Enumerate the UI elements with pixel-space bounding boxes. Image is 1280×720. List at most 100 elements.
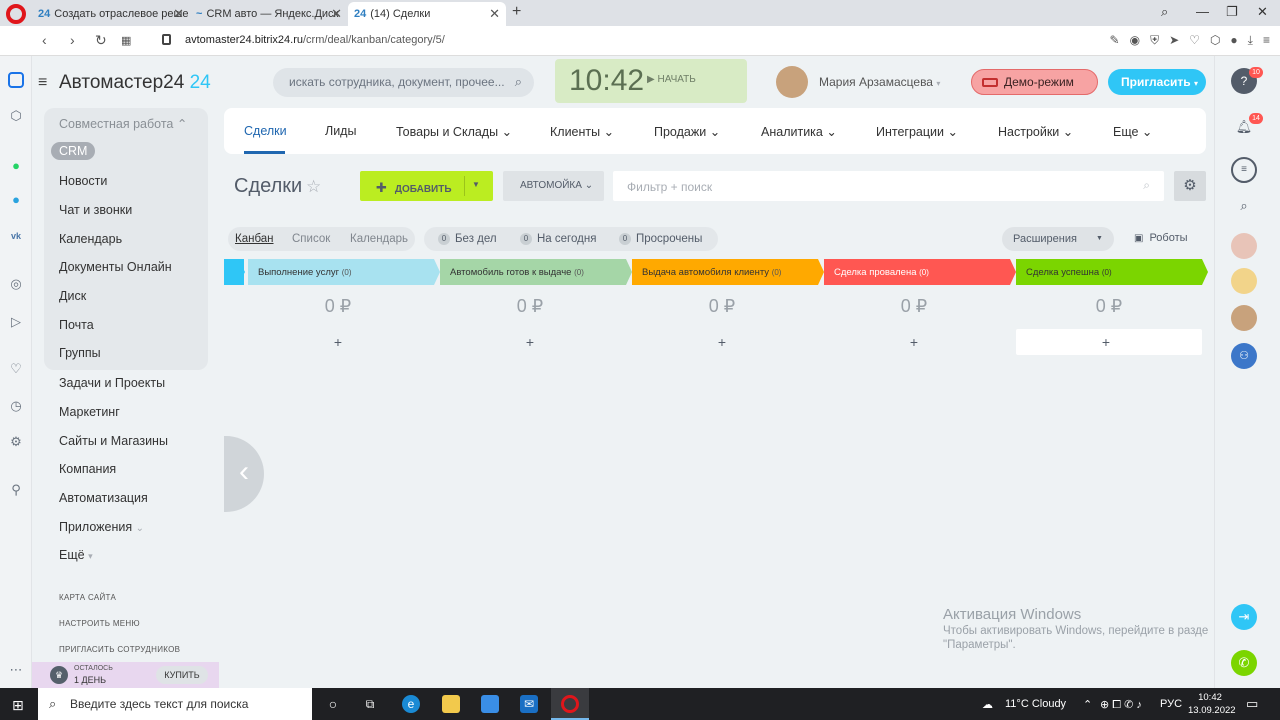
- menu-item-automation[interactable]: Автоматизация: [59, 491, 148, 505]
- search-icon[interactable]: ⌕: [1231, 193, 1257, 219]
- menu-item-documents[interactable]: Документы Онлайн: [59, 260, 172, 274]
- edge-icon[interactable]: e: [402, 695, 420, 713]
- contact-avatar-2[interactable]: [1231, 268, 1257, 294]
- store-icon[interactable]: [481, 695, 499, 713]
- menu-item-disk[interactable]: Диск: [59, 289, 86, 303]
- search-icon[interactable]: ⌕: [1143, 178, 1150, 193]
- chat-icon[interactable]: ≡: [1231, 157, 1257, 183]
- menu-item-chat[interactable]: Чат и звонки: [59, 203, 132, 217]
- tray-chevron-icon[interactable]: ⌃: [1083, 698, 1092, 711]
- close-icon[interactable]: ✕: [173, 6, 184, 22]
- browser-tab-2[interactable]: ~ CRM авто — Яндекс.Диск ✕: [190, 2, 348, 26]
- whatsapp-icon[interactable]: ●: [8, 158, 24, 174]
- view-list[interactable]: Список: [292, 233, 330, 245]
- add-deal-button[interactable]: ✚ ДОБАВИТЬ ▼: [360, 171, 493, 201]
- speed-dial-icon[interactable]: ▦: [121, 34, 131, 47]
- stage-header-4[interactable]: Сделка успешна (0): [1016, 259, 1202, 285]
- hamburger-icon[interactable]: ≡: [38, 74, 47, 92]
- quick-add-deal-button[interactable]: +: [438, 334, 622, 350]
- contact-avatar-1[interactable]: [1231, 233, 1257, 259]
- download-icon[interactable]: ⤓: [1248, 33, 1253, 48]
- explorer-icon[interactable]: [442, 695, 460, 713]
- settings-gear-button[interactable]: ⚙: [1174, 171, 1206, 201]
- minimize-icon[interactable]: —: [1196, 4, 1209, 19]
- portal-search-input[interactable]: искать сотрудника, документ, прочее... ⌕: [273, 68, 534, 97]
- heart-icon[interactable]: ♡: [1189, 33, 1200, 48]
- counter-today[interactable]: 0 На сегодня: [520, 233, 596, 245]
- weather-text[interactable]: 11°C Cloudy: [1005, 698, 1066, 710]
- invite-button[interactable]: Пригласить ▾: [1108, 69, 1206, 95]
- sitemap-link[interactable]: КАРТА САЙТА: [59, 593, 116, 602]
- back-icon[interactable]: ‹: [42, 32, 47, 48]
- heart-icon[interactable]: ♡: [8, 361, 24, 377]
- menu-item-company[interactable]: Компания: [59, 462, 116, 476]
- close-icon[interactable]: ✕: [331, 6, 342, 22]
- favorite-star-icon[interactable]: ☆: [306, 177, 321, 197]
- cortana-icon[interactable]: ○: [324, 695, 342, 713]
- counter-no-activity[interactable]: 0 Без дел: [438, 233, 497, 245]
- menu-group-title[interactable]: Совместная работа ⌃: [59, 116, 187, 131]
- menu-item-mail[interactable]: Почта: [59, 318, 94, 332]
- opera-logo-icon[interactable]: [6, 4, 26, 24]
- camera-icon[interactable]: ◉: [1130, 33, 1140, 48]
- add-dropdown-icon[interactable]: ▼: [472, 180, 480, 189]
- quick-add-deal-button[interactable]: +: [1014, 334, 1198, 350]
- buy-button[interactable]: КУПИТЬ: [156, 666, 208, 684]
- robots-button[interactable]: ▣ Роботы: [1134, 232, 1188, 244]
- stage-header-3[interactable]: Сделка провалена (0): [824, 259, 1010, 285]
- quick-add-deal-button[interactable]: +: [822, 334, 1006, 350]
- configure-menu-link[interactable]: НАСТРОИТЬ МЕНЮ: [59, 619, 140, 628]
- group-chat-icon[interactable]: ⚇: [1231, 343, 1257, 369]
- taskbar-clock[interactable]: 10:42 13.09.2022: [1188, 691, 1236, 717]
- user-avatar[interactable]: [776, 66, 808, 98]
- demo-mode-button[interactable]: Демо-режим: [971, 69, 1098, 95]
- menu-icon[interactable]: ≡: [1263, 33, 1270, 48]
- browser-tab-3[interactable]: 24 (14) Сделки ✕: [348, 2, 506, 26]
- menu-item-sites[interactable]: Сайты и Магазины: [59, 434, 168, 448]
- contact-avatar-3[interactable]: [1231, 305, 1257, 331]
- menu-item-tasks[interactable]: Задачи и Проекты: [59, 376, 165, 390]
- vk-icon[interactable]: vk: [8, 228, 24, 244]
- url-field[interactable]: avtomaster24.bitrix24.ru/crm/deal/kanban…: [185, 34, 445, 46]
- quick-add-deal-button[interactable]: +: [246, 334, 430, 350]
- windows-start-icon[interactable]: ⊞: [12, 697, 24, 714]
- menu-item-crm[interactable]: CRM: [51, 142, 96, 160]
- browser-tab-1[interactable]: 24 Создать отраслевое реше ✕: [32, 2, 190, 26]
- start-workday-button[interactable]: ▶ НАЧАТЬ: [647, 74, 696, 85]
- menu-item-marketing[interactable]: Маркетинг: [59, 405, 120, 419]
- tab-settings[interactable]: Настройки ⌄: [998, 124, 1073, 139]
- cube-icon[interactable]: ⬡: [1210, 33, 1220, 48]
- forward-icon[interactable]: ›: [70, 32, 75, 48]
- counter-overdue[interactable]: 0 Просрочены: [619, 233, 702, 245]
- tab-integrations[interactable]: Интеграции ⌄: [876, 124, 958, 139]
- quick-add-deal-button[interactable]: +: [630, 334, 814, 350]
- more-icon[interactable]: ⋯: [8, 662, 24, 678]
- window-close-icon[interactable]: ✕: [1257, 4, 1268, 20]
- adblock-icon[interactable]: ⛨: [1150, 33, 1159, 48]
- tab-deals[interactable]: Сделки: [244, 124, 287, 138]
- home-icon[interactable]: [8, 72, 24, 88]
- send-icon[interactable]: ▷: [8, 314, 24, 330]
- mail-icon[interactable]: ✉: [520, 695, 538, 713]
- restore-icon[interactable]: ❐: [1226, 4, 1238, 20]
- user-name[interactable]: Мария Арзамасцева ▾: [819, 75, 940, 89]
- language-indicator[interactable]: РУС: [1160, 698, 1182, 710]
- notifications-icon[interactable]: ▭: [1246, 696, 1258, 712]
- player-icon[interactable]: ◎: [8, 276, 24, 292]
- tab-sales[interactable]: Продажи ⌄: [654, 124, 720, 139]
- menu-item-apps[interactable]: Приложения ⌄: [59, 520, 144, 534]
- lightbulb-icon[interactable]: ⚲: [8, 482, 24, 498]
- stage-header-2[interactable]: Выдача автомобиля клиенту (0): [632, 259, 818, 285]
- menu-item-calendar[interactable]: Календарь: [59, 232, 122, 246]
- menu-item-more[interactable]: Ещё ▾: [59, 548, 93, 562]
- worktime-widget[interactable]: 10:42 ▶ НАЧАТЬ: [555, 59, 747, 103]
- portal-logo[interactable]: Автомастер24 24: [59, 72, 211, 94]
- tab-goods[interactable]: Товары и Склады ⌄: [396, 124, 512, 139]
- edit-icon[interactable]: ✎: [1110, 33, 1120, 48]
- search-tabs-icon[interactable]: ⌕: [1161, 4, 1168, 20]
- tray-icons[interactable]: ⊕ ⧠ ✆ ♪: [1100, 698, 1142, 712]
- tab-more[interactable]: Еще ⌄: [1113, 124, 1152, 139]
- menu-item-news[interactable]: Новости: [59, 174, 107, 188]
- scroll-left-button[interactable]: ‹: [224, 436, 264, 512]
- stage-header-0[interactable]: Выполнение услуг (0): [248, 259, 434, 285]
